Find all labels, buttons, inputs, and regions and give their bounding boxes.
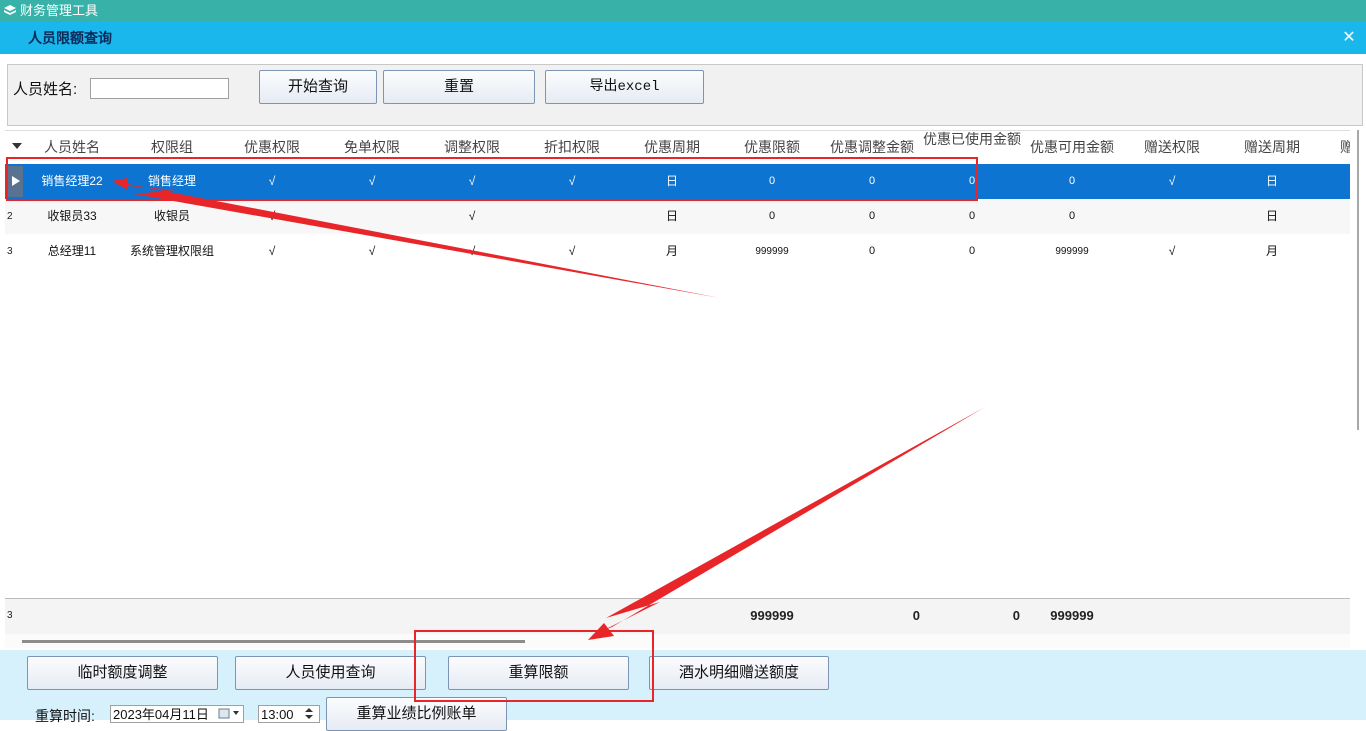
annotation-arrow-to-row bbox=[116, 184, 720, 298]
annotation-arrow-to-button bbox=[600, 407, 985, 632]
annotation-arrows bbox=[112, 178, 985, 640]
